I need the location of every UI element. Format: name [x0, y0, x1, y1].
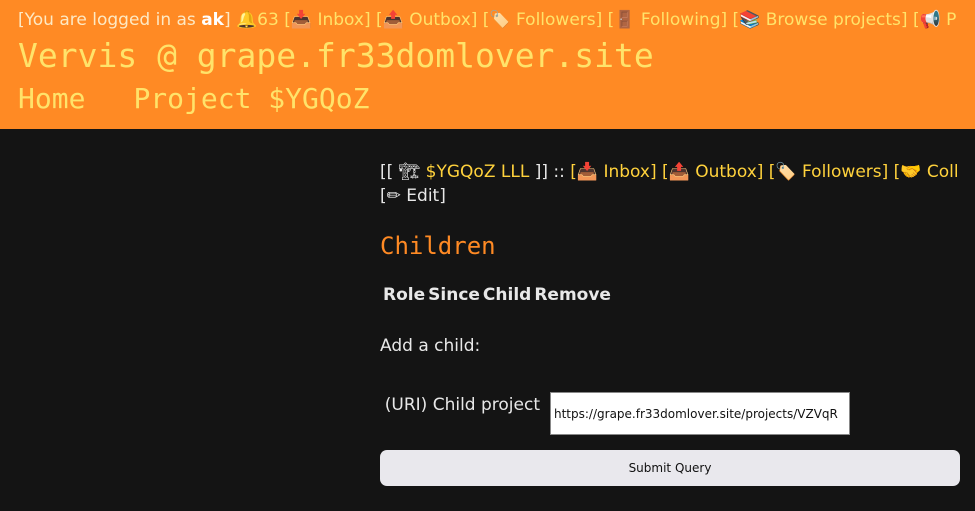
following-link[interactable]: [🚪 Following]	[608, 10, 727, 30]
top-bar: [You are logged in as ak] 🔔63 [📥 Inbox] …	[0, 0, 975, 129]
inbox-link[interactable]: [📥 Inbox]	[284, 10, 370, 30]
column-since: Since	[428, 285, 480, 305]
project-collaborators-link[interactable]: [🤝 Coll	[894, 162, 959, 182]
project-inbox-link[interactable]: [📥 Inbox]	[570, 162, 656, 182]
submit-button[interactable]: Submit Query	[380, 450, 960, 486]
main-content: [[ 🏗 $YGQoZ LLL ]] :: [📥 Inbox] [📤 Outbo…	[380, 160, 975, 486]
followers-link[interactable]: [🏷️ Followers]	[483, 10, 602, 30]
children-heading: Children	[380, 232, 496, 260]
nav-project[interactable]: Project $YGQoZ	[133, 82, 369, 115]
children-table: Role Since Child Remove	[380, 282, 614, 308]
breadcrumb: Home Project $YGQoZ	[18, 82, 417, 115]
project-outbox-link[interactable]: [📤 Outbox]	[662, 162, 763, 182]
user-status-line: [You are logged in as ak] 🔔63 [📥 Inbox] …	[18, 10, 956, 30]
project-followers-link[interactable]: [🏷️ Followers]	[769, 162, 888, 182]
edit-link[interactable]: [✏ Edit]	[380, 184, 975, 208]
project-suffix: ]] ::	[534, 162, 565, 182]
username: ak	[201, 10, 224, 30]
login-suffix: ]	[223, 10, 231, 30]
column-child: Child	[482, 285, 532, 305]
notifications-link[interactable]: 🔔63	[236, 10, 279, 30]
publish-link[interactable]: [📢 P	[913, 10, 956, 30]
project-prefix: [[ 🏗	[380, 162, 421, 182]
add-child-heading: Add a child:	[380, 336, 481, 356]
outbox-link[interactable]: [📤 Outbox]	[376, 10, 477, 30]
child-project-label: (URI) Child project	[384, 395, 540, 415]
child-project-row: (URI) Child project	[380, 392, 975, 440]
column-remove: Remove	[534, 285, 611, 305]
site-title: Vervis @ grape.fr33domlover.site	[18, 36, 654, 75]
column-role: Role	[383, 285, 426, 305]
nav-home[interactable]: Home	[18, 82, 85, 115]
project-header: [[ 🏗 $YGQoZ LLL ]] :: [📥 Inbox] [📤 Outbo…	[380, 160, 975, 184]
child-project-input[interactable]	[550, 392, 850, 435]
project-name-link[interactable]: $YGQoZ LLL	[426, 162, 530, 182]
login-prefix: [You are logged in as	[18, 10, 202, 30]
browse-projects-link[interactable]: [📚 Browse projects]	[733, 10, 908, 30]
